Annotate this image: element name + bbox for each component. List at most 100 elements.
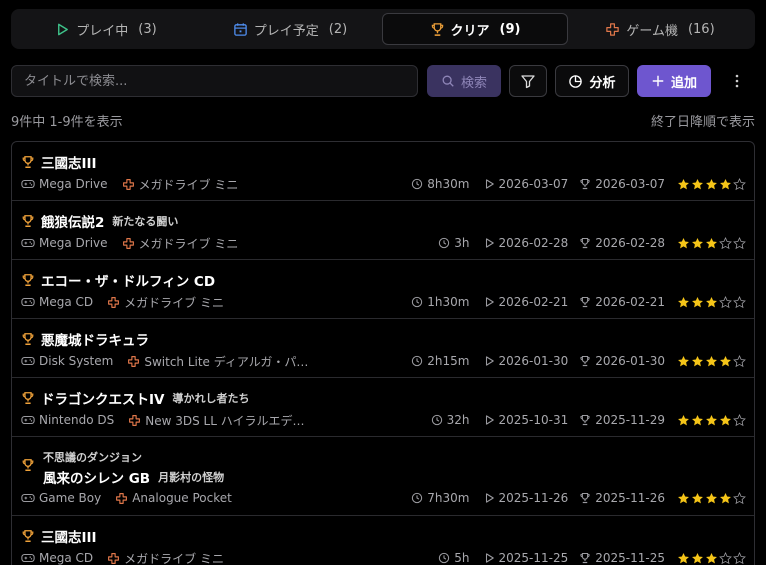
tab-cleared[interactable]: クリア (9) [382, 13, 568, 45]
star-filled-icon [677, 492, 690, 505]
platform: Mega Drive [21, 236, 108, 250]
clock-icon [411, 296, 423, 308]
game-subtitle: 導かれし者たち [172, 392, 250, 405]
title-line: 餓狼伝説2 新たなる闘い [21, 211, 178, 231]
start-date: 2025-11-25 [484, 551, 569, 565]
controller-icon [21, 296, 35, 308]
end-date-value: 2025-11-25 [595, 551, 665, 565]
star-empty-icon [733, 551, 746, 565]
star-empty-icon [733, 236, 746, 250]
star-rating [677, 177, 746, 191]
start-date-value: 2025-11-26 [498, 491, 569, 505]
end-date-value: 2026-01-30 [595, 354, 665, 368]
list-item[interactable]: ドラゴンクエストIV 導かれし者たち Nintendo DS New 3DS L… [12, 378, 754, 437]
play-icon [484, 296, 495, 308]
series-label: 不思議のダンジョン [43, 451, 142, 464]
play-time: 8h30m [411, 177, 470, 191]
gamepad-icon [122, 178, 135, 191]
clock-icon [411, 355, 423, 367]
star-empty-icon [733, 354, 746, 368]
pie-chart-icon [568, 74, 583, 89]
trophy-icon [21, 391, 35, 405]
play-icon [55, 22, 70, 37]
list-item[interactable]: 三國志III Mega Drive メガドライブ ミニ 8h30m 2026-0… [12, 142, 754, 201]
platform: Game Boy [21, 491, 101, 505]
trophy-icon [579, 492, 591, 504]
game-title: 三國志III [41, 530, 97, 546]
title-line: ドラゴンクエストIV 導かれし者たち [21, 388, 249, 408]
gamepad-icon [115, 492, 128, 505]
game-title: エコー・ザ・ドルフィン CD [41, 274, 216, 290]
trophy-icon [579, 178, 591, 190]
list-item[interactable]: 悪魔城ドラキュラ Disk System Switch Lite ディアルガ・パ… [12, 319, 754, 378]
controller-icon [21, 414, 35, 426]
gamepad-icon [128, 414, 141, 427]
controller-icon [21, 355, 35, 367]
end-date: 2025-11-25 [579, 551, 665, 565]
device: Switch Lite ディアルガ・パ… [127, 353, 308, 370]
title-line: エコー・ザ・ドルフィン CD [21, 270, 215, 290]
item-meta: Mega Drive メガドライブ ミニ 3h 2026-02-28 2026-… [21, 235, 746, 251]
list-item[interactable]: 三國志III Mega CD メガドライブ ミニ 5h 2025-11-25 2… [12, 516, 754, 565]
list-item[interactable]: 餓狼伝説2 新たなる闘い Mega Drive メガドライブ ミニ 3h 202… [12, 201, 754, 260]
play-time: 7h30m [411, 491, 470, 505]
calendar-icon [233, 22, 248, 37]
start-date-value: 2025-11-25 [498, 551, 569, 565]
tab-planned[interactable]: プレイ予定 (2) [198, 13, 382, 45]
device: Analogue Pocket [115, 491, 232, 505]
game-subtitle: 月影村の怪物 [158, 471, 225, 484]
item-meta: Mega CD メガドライブ ミニ 1h30m 2026-02-21 2026-… [21, 294, 746, 310]
star-empty-icon [733, 491, 746, 505]
star-filled-icon [677, 414, 690, 427]
tab-count: (16) [687, 21, 715, 37]
device: メガドライブ ミニ [122, 235, 239, 252]
list-item[interactable]: エコー・ザ・ドルフィン CD Mega CD メガドライブ ミニ 1h30m 2… [12, 260, 754, 319]
start-date: 2026-03-07 [484, 177, 568, 191]
play-time: 3h [438, 236, 470, 250]
clock-icon [438, 552, 450, 564]
device-label: New 3DS LL ハイラルエデ… [145, 413, 305, 428]
trophy-icon [579, 552, 591, 564]
game-subtitle: 新たなる闘い [112, 215, 179, 228]
game-title: ドラゴンクエストIV [41, 392, 165, 408]
analyze-button[interactable]: 分析 [555, 65, 629, 97]
gamepad-icon [122, 237, 135, 250]
device-label: メガドライブ ミニ [138, 236, 239, 251]
play-time: 32h [431, 413, 470, 427]
end-date-value: 2026-02-28 [595, 236, 665, 250]
game-title: 悪魔城ドラキュラ [41, 333, 149, 349]
star-filled-icon [705, 296, 718, 309]
end-date: 2025-11-29 [579, 413, 665, 427]
star-filled-icon [691, 414, 704, 427]
sort-order: 終了日降順で表示 [650, 115, 755, 130]
star-filled-icon [691, 552, 704, 565]
list-item[interactable]: 不思議のダンジョン 風来のシレン GB 月影村の怪物 Game Boy Anal… [12, 437, 754, 516]
start-date-value: 2026-01-30 [498, 354, 569, 368]
filter-button[interactable] [509, 65, 547, 97]
device-label: Switch Lite ディアルガ・パ… [144, 354, 309, 369]
end-date-value: 2025-11-29 [595, 413, 665, 427]
play-time: 5h [438, 551, 470, 565]
platform: Mega CD [21, 551, 93, 565]
more-options-button[interactable] [725, 65, 749, 97]
add-button[interactable]: 追加 [637, 65, 711, 97]
star-rating [677, 295, 746, 309]
tab-playing[interactable]: プレイ中 (3) [14, 13, 198, 45]
play-icon [484, 178, 495, 190]
star-filled-icon [705, 355, 718, 368]
controller-icon [21, 552, 35, 564]
end-date: 2026-02-21 [579, 295, 665, 309]
item-meta: Game Boy Analogue Pocket 7h30m 2025-11-2… [21, 490, 746, 506]
game-title: 三國志III [41, 156, 97, 172]
search-input[interactable] [11, 65, 418, 97]
tab-consoles[interactable]: ゲーム機 (16) [568, 13, 752, 45]
platform-label: Mega Drive [39, 236, 108, 250]
end-date: 2026-03-07 [579, 177, 665, 191]
search-button[interactable]: 検索 [427, 65, 501, 97]
start-date-value: 2026-02-21 [498, 295, 569, 309]
platform: Disk System [21, 354, 113, 368]
play-time-value: 7h30m [427, 491, 470, 505]
start-date-value: 2026-02-28 [498, 236, 569, 250]
play-time-value: 8h30m [427, 177, 470, 191]
star-filled-icon [705, 414, 718, 427]
